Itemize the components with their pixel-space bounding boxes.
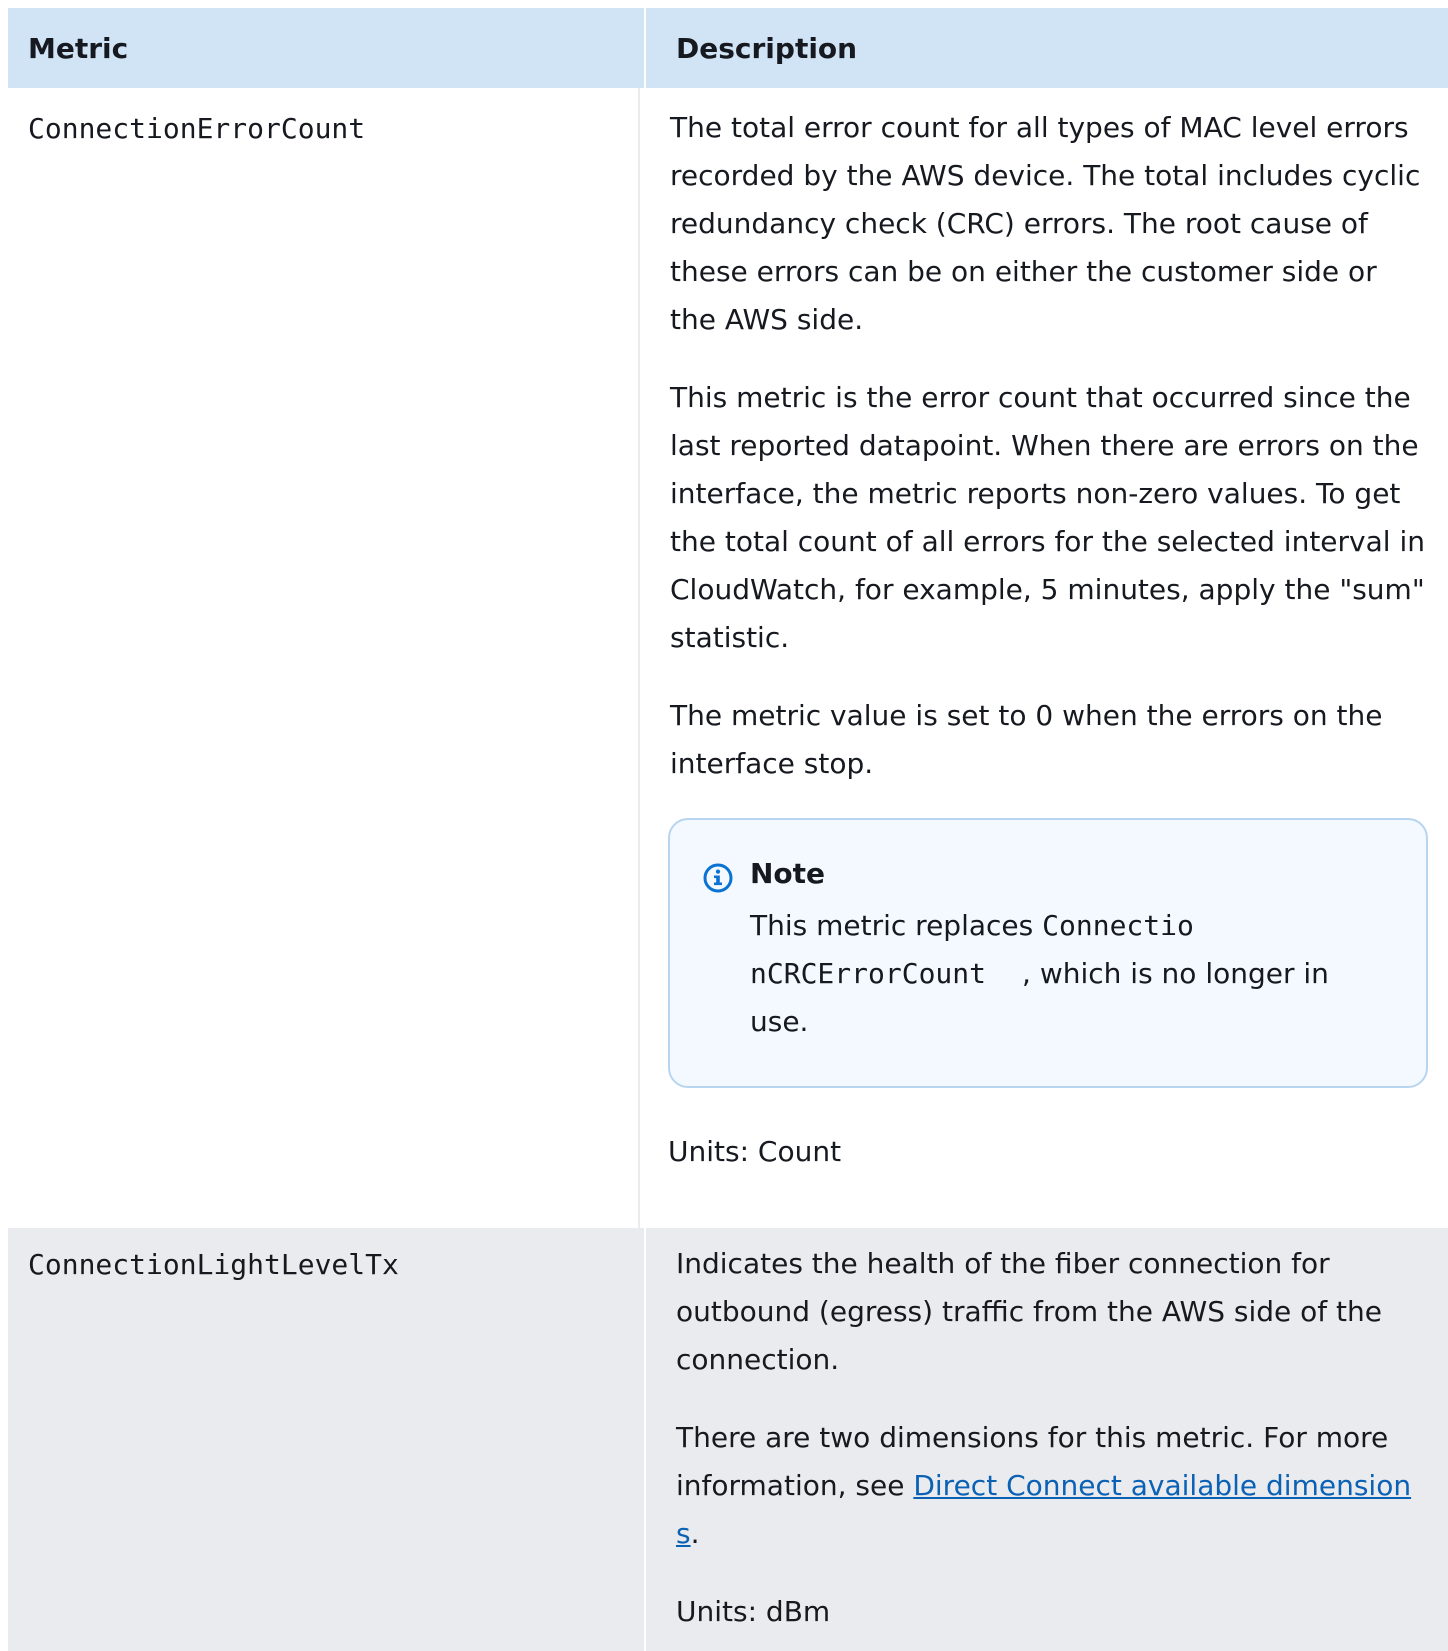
units-label: Units: dBm [676, 1595, 831, 1628]
note-title: Note [750, 857, 826, 890]
note-box: Note This metric replaces Connectio nCRCE… [668, 818, 1428, 1088]
description-paragraph: Indicates the health of the fiber connec… [676, 1247, 1382, 1376]
dimensions-link-text[interactable]: Direct Connect available dimension [913, 1469, 1411, 1502]
note-text: This metric replaces Connectio nCRCErrorC… [750, 902, 1386, 1046]
table-header: Metric Description [8, 8, 1448, 88]
metric-name: ConnectionErrorCount [8, 88, 640, 1228]
note-text-before: This metric replaces [750, 909, 1043, 942]
description-paragraph: The metric value is set to 0 when the er… [670, 699, 1383, 780]
table-row: ConnectionLightLevelTx Indicates the hea… [8, 1228, 1448, 1651]
metric-name: ConnectionLightLevelTx [8, 1228, 646, 1651]
info-icon [703, 863, 733, 893]
description-paragraph: This metric is the error count that occu… [670, 381, 1425, 654]
dimension-paragraph: There are two dimensions for this metric… [676, 1414, 1428, 1558]
metric-description: The total error count for all types of M… [640, 88, 1448, 1228]
dimension-end: . [690, 1517, 700, 1550]
note-code-part1: Connectio [1042, 909, 1194, 942]
table-row: ConnectionErrorCount The total error cou… [8, 88, 1448, 1228]
description-paragraph: The total error count for all types of M… [670, 111, 1421, 336]
units-label: Units: Count [668, 1135, 842, 1168]
description-column-header: Description [676, 31, 858, 65]
metric-description: Indicates the health of the fiber connec… [646, 1228, 1448, 1651]
metrics-table: Metric Description ConnectionErrorCount … [8, 8, 1448, 1651]
note-code-part2: nCRCErrorCount [750, 957, 987, 990]
dimensions-link-text-end[interactable]: s [676, 1517, 691, 1550]
metric-column-header: Metric [8, 8, 646, 88]
